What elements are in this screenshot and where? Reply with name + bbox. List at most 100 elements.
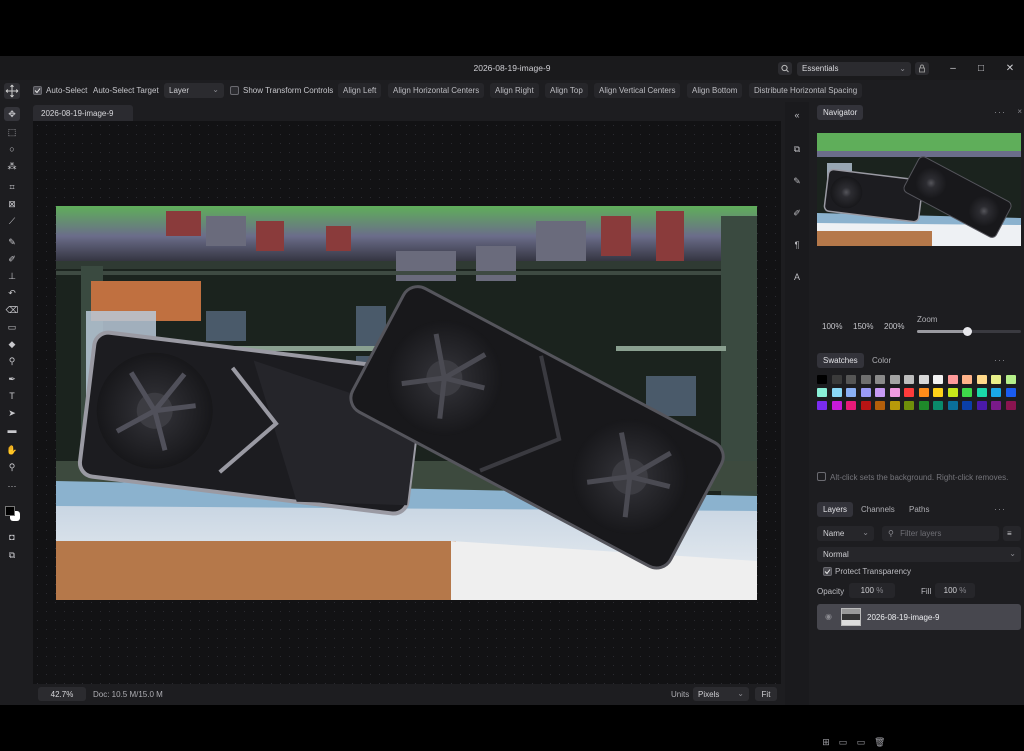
add-mask-button[interactable]: ▭ <box>838 738 848 747</box>
opacity-field[interactable]: 100 % <box>849 583 895 598</box>
rectangle-tool[interactable]: ▬ <box>4 423 20 437</box>
swatch[interactable] <box>976 388 987 397</box>
swatch[interactable] <box>831 401 842 410</box>
stamp-tool[interactable]: ⊥ <box>4 269 20 283</box>
align-bottom-button[interactable]: Align Bottom <box>687 83 743 98</box>
swatch[interactable] <box>962 375 972 384</box>
swatch[interactable] <box>1005 401 1016 410</box>
blur-tool[interactable]: ◆ <box>4 337 20 351</box>
layer-row[interactable]: ◉ 2026-08-19-image-9 <box>817 604 1021 630</box>
new-layer-button[interactable]: ⊞ <box>821 738 831 747</box>
swatch[interactable] <box>846 388 856 397</box>
tab-layers[interactable]: Layers <box>817 502 854 517</box>
swatch[interactable] <box>1005 375 1016 384</box>
swatch[interactable] <box>933 401 943 410</box>
more-tools-button[interactable]: ··· <box>4 479 20 493</box>
eye-icon[interactable]: ◉ <box>825 612 832 621</box>
lasso-tool[interactable]: ○ <box>4 142 20 156</box>
swatch[interactable] <box>947 401 958 410</box>
document-tab[interactable]: 2026-08-19-image-9 <box>33 105 133 121</box>
delete-layer-button[interactable]: 🗑 <box>874 738 885 747</box>
minimize-button[interactable]: – <box>947 64 959 76</box>
swatch[interactable] <box>933 388 943 397</box>
layers-menu-icon[interactable]: ··· <box>994 504 1006 514</box>
hand-tool[interactable]: ✋ <box>4 443 20 457</box>
blend-mode-select[interactable]: Normal ⌄ <box>817 547 1021 562</box>
panel-close-icon[interactable]: × <box>1017 107 1022 116</box>
tab-color[interactable]: Color <box>866 353 897 368</box>
fit-button[interactable]: Fit <box>755 687 777 701</box>
canvas-area[interactable] <box>33 121 781 684</box>
brush-tool[interactable]: ✐ <box>4 252 20 266</box>
swatch[interactable] <box>831 375 842 384</box>
foreground-color-swatch[interactable] <box>5 506 15 516</box>
align-top-button[interactable]: Align Top <box>545 83 588 98</box>
swatch[interactable] <box>991 375 1001 384</box>
swatch[interactable] <box>817 401 827 410</box>
swatch[interactable] <box>846 401 856 410</box>
screen-mode-button[interactable]: ⧉ <box>4 548 20 562</box>
swatch[interactable] <box>991 401 1001 410</box>
eraser-tool[interactable]: ⌫ <box>4 303 20 317</box>
dodge-tool[interactable]: ⚲ <box>4 354 20 368</box>
show-transform-checkbox[interactable] <box>230 86 239 95</box>
swatch[interactable] <box>962 388 972 397</box>
swatch[interactable] <box>889 388 900 397</box>
swatch[interactable] <box>1005 388 1016 397</box>
character-panel-button[interactable]: A <box>790 270 804 284</box>
swatch[interactable] <box>889 375 900 384</box>
swatch[interactable] <box>918 388 929 397</box>
zoom-tool[interactable]: ⚲ <box>4 460 20 474</box>
new-group-button[interactable]: ▭ <box>856 738 866 747</box>
history-panel-button[interactable]: ⧉ <box>790 142 804 156</box>
quick-mask-button[interactable]: ◘ <box>4 530 20 544</box>
swatch[interactable] <box>976 375 987 384</box>
filter-options-button[interactable]: ≡ <box>1003 526 1021 541</box>
zoom-field[interactable]: 42.7% <box>38 687 86 701</box>
collapse-panels-button[interactable]: « <box>790 108 804 122</box>
swatch[interactable] <box>918 401 929 410</box>
swatch[interactable] <box>918 375 929 384</box>
brush-settings-button[interactable]: ✎ <box>790 174 804 188</box>
add-swatch-icon[interactable] <box>817 472 826 481</box>
healing-tool[interactable]: ✎ <box>4 235 20 249</box>
type-tool[interactable]: T <box>4 389 20 403</box>
filter-layers-input[interactable]: ⚲ Filter layers <box>882 526 999 541</box>
workspace-select[interactable]: Essentials ⌄ <box>797 62 911 76</box>
swatch[interactable] <box>846 375 856 384</box>
maximize-button[interactable]: □ <box>975 64 987 76</box>
magic-wand-tool[interactable]: ⁂ <box>4 159 20 173</box>
swatch[interactable] <box>875 401 885 410</box>
move-tool-preset-button[interactable] <box>4 83 20 99</box>
crop-tool[interactable]: ⌗ <box>4 180 20 194</box>
close-button[interactable]: ✕ <box>1004 64 1016 76</box>
swatch[interactable] <box>817 388 827 397</box>
swatch[interactable] <box>875 388 885 397</box>
paragraph-panel-button[interactable]: ¶ <box>790 238 804 252</box>
swatch[interactable] <box>860 401 871 410</box>
swatch[interactable] <box>875 375 885 384</box>
protect-transparency-checkbox[interactable] <box>823 567 832 576</box>
units-select[interactable]: Pixels ⌄ <box>693 687 749 701</box>
swatch[interactable] <box>904 401 914 410</box>
swatch[interactable] <box>933 375 943 384</box>
swatch[interactable] <box>904 375 914 384</box>
swatch[interactable] <box>860 388 871 397</box>
marquee-tool[interactable]: ⬚ <box>4 125 20 139</box>
tab-paths[interactable]: Paths <box>903 502 935 517</box>
swatch[interactable] <box>976 401 987 410</box>
align-horizontal-centers-button[interactable]: Align Horizontal Centers <box>388 83 485 98</box>
tab-swatches[interactable]: Swatches <box>817 353 864 368</box>
layer-sort-select[interactable]: Name ⌄ <box>817 526 874 541</box>
pen-tool[interactable]: ✒ <box>4 372 20 386</box>
zoom-150-button[interactable]: 150% <box>853 322 873 331</box>
navigator-menu-icon[interactable]: ··· <box>994 107 1006 117</box>
align-right-button[interactable]: Align Right <box>490 83 539 98</box>
path-select-tool[interactable]: ➤ <box>4 406 20 420</box>
eyedropper-tool[interactable]: ⟋ <box>4 214 20 228</box>
zoom-slider[interactable] <box>917 327 1021 336</box>
zoom-slider-knob[interactable] <box>962 327 972 336</box>
gradient-tool[interactable]: ▭ <box>4 320 20 334</box>
move-tool[interactable]: ✥ <box>4 107 20 121</box>
swatch[interactable] <box>889 401 900 410</box>
